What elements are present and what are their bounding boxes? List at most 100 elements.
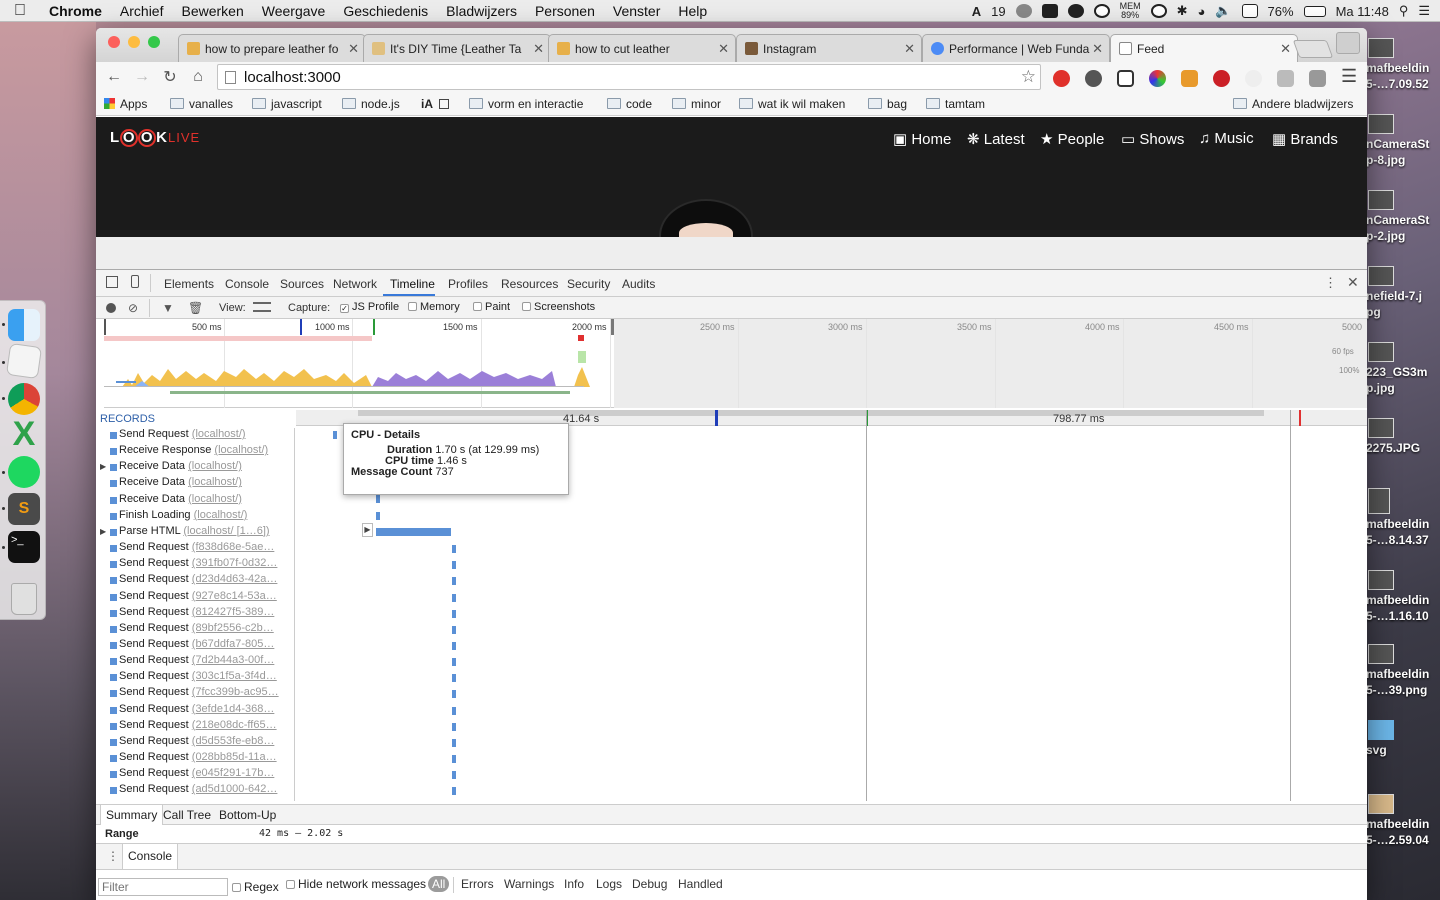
regex-option[interactable]: Regex — [232, 880, 279, 894]
apple-menu-icon[interactable]:  — [0, 2, 40, 20]
bookmark-folder[interactable]: vanalles — [170, 97, 233, 111]
tab-resources[interactable]: Resources — [501, 277, 558, 291]
record-url[interactable]: (7fcc399b-ac95… — [192, 686, 279, 698]
device-mode-icon[interactable] — [131, 275, 139, 288]
menu-bewerken[interactable]: Bewerken — [172, 3, 252, 19]
tab-bottom-up[interactable]: Bottom-Up — [219, 808, 276, 822]
record-url[interactable]: (localhost/) — [192, 428, 246, 440]
tab-close-icon[interactable]: ✕ — [533, 41, 544, 57]
capture-memory[interactable]: Memory — [408, 301, 460, 313]
desktop-file[interactable]: nefield-7.j pg — [1366, 266, 1440, 320]
record-bar[interactable] — [376, 495, 380, 503]
adobe-status-icon[interactable]: A — [972, 4, 981, 19]
new-tab-button[interactable] — [1292, 40, 1334, 58]
desktop-file[interactable]: mafbeeldin 5-…39.png — [1366, 644, 1440, 698]
send-request-bar[interactable] — [452, 674, 456, 683]
record-url[interactable]: (b67ddfa7-805… — [192, 638, 275, 650]
chrome-menu-icon[interactable]: ☰ — [1341, 66, 1357, 87]
tab-profiles[interactable]: Profiles — [448, 277, 488, 291]
level-all[interactable]: All — [428, 876, 450, 892]
send-request-bar[interactable] — [452, 577, 456, 586]
menu-geschiedenis[interactable]: Geschiedenis — [334, 3, 437, 19]
cloud-icon[interactable] — [1067, 4, 1084, 18]
tab-security[interactable]: Security — [567, 277, 610, 291]
send-request-bar[interactable] — [452, 561, 456, 570]
record-url[interactable]: (d23d4d63-42a… — [192, 573, 278, 585]
send-request-bar[interactable] — [452, 787, 456, 796]
nav-music[interactable]: ♫ Music — [1199, 130, 1254, 147]
volume-icon[interactable]: 🔈 — [1215, 3, 1231, 19]
bookmark-folder[interactable]: wat ik wil maken — [739, 97, 845, 111]
expand-arrow-icon[interactable]: ▶ — [100, 462, 106, 471]
dropbox-icon[interactable] — [1041, 4, 1058, 18]
record-row[interactable]: ▶ Receive Data (localhost/) — [96, 460, 295, 476]
send-request-bar[interactable] — [452, 738, 456, 747]
record-url[interactable]: (391fb07f-0d32… — [192, 557, 278, 569]
desktop-file[interactable]: mafbeeldin 5-…7.09.52 — [1366, 38, 1440, 92]
record-url[interactable]: (ad5d1000-642… — [192, 783, 278, 795]
notification-center-icon[interactable]: ☰ — [1418, 3, 1430, 19]
send-request-bar[interactable] — [452, 690, 456, 699]
tab-close-icon[interactable]: ✕ — [1092, 41, 1103, 57]
parse-html-bar[interactable] — [376, 528, 451, 536]
trash-icon[interactable] — [11, 583, 37, 615]
terminal-icon[interactable]: >_ — [8, 531, 40, 563]
record-row[interactable]: Send Request (89bf2556-c2b… — [96, 622, 295, 638]
view-flamechart-icon[interactable] — [253, 302, 271, 312]
record-bar[interactable] — [376, 512, 380, 520]
tab-audits[interactable]: Audits — [622, 277, 655, 291]
expand-toggle-icon[interactable]: ▶ — [362, 523, 373, 537]
menu-weergave[interactable]: Weergave — [253, 3, 335, 19]
record-bar[interactable] — [333, 431, 337, 439]
garbage-collect-icon[interactable]: 🗑 — [188, 301, 203, 315]
clock[interactable]: Ma 11:48 — [1336, 4, 1389, 19]
record-url[interactable]: (localhost/) — [188, 493, 242, 505]
tab-network[interactable]: Network — [333, 277, 377, 291]
capture-paint[interactable]: Paint — [473, 301, 510, 313]
settings-extension-icon[interactable] — [1085, 70, 1102, 87]
tab-close-icon[interactable]: ✕ — [718, 41, 729, 57]
hide-network-option[interactable]: Hide network messages — [286, 877, 426, 891]
reload-button[interactable]: ↻ — [156, 67, 184, 87]
send-request-bar[interactable] — [452, 625, 456, 634]
record-row[interactable]: Send Request (b67ddfa7-805… — [96, 638, 295, 654]
address-bar[interactable]: localhost:3000 ☆ — [217, 64, 1041, 90]
memory-indicator[interactable]: MEM 89% — [1120, 2, 1141, 20]
record-row[interactable]: Send Request (3efde1d4-368… — [96, 703, 295, 719]
level-errors[interactable]: Errors — [461, 877, 494, 891]
spotlight-search-icon[interactable]: ⚲ — [1399, 3, 1409, 19]
excel-x-icon[interactable]: X — [8, 417, 40, 451]
extension-icon[interactable] — [1245, 70, 1262, 87]
pinterest-icon[interactable] — [1213, 70, 1230, 87]
time-machine-icon[interactable] — [1150, 4, 1167, 18]
textedit-icon[interactable] — [5, 342, 43, 380]
checkbox[interactable] — [473, 302, 482, 311]
record-row[interactable]: Receive Response (localhost/) — [96, 444, 295, 460]
bookmark-folder[interactable]: tamtam — [926, 97, 985, 111]
send-request-bar[interactable] — [452, 609, 456, 618]
record-button[interactable] — [106, 303, 116, 313]
record-url[interactable]: (localhost/) — [188, 460, 242, 472]
spotify-icon[interactable] — [8, 456, 40, 488]
record-url[interactable]: (localhost/) — [214, 444, 268, 456]
record-url[interactable]: (028bb85d-11a… — [192, 751, 277, 763]
tab-elements[interactable]: Elements — [164, 277, 214, 291]
checkbox[interactable] — [408, 302, 417, 311]
record-row[interactable]: Send Request (ad5d1000-642… — [96, 783, 295, 799]
bookmark-folder[interactable]: node.js — [342, 97, 400, 111]
checkbox-checked[interactable]: ✓ — [340, 304, 349, 313]
nav-latest[interactable]: ❋ Latest — [967, 130, 1025, 148]
cast-extension-icon[interactable] — [1117, 70, 1134, 87]
record-row[interactable]: Send Request (927e8c14-53a… — [96, 590, 295, 606]
menu-venster[interactable]: Venster — [604, 3, 669, 19]
bookmark-star-icon[interactable]: ☆ — [1021, 67, 1036, 87]
extension-icon[interactable] — [1277, 70, 1294, 87]
timeline-overview[interactable]: 500 ms 1000 ms 1500 ms 2000 ms 2500 ms 3… — [104, 319, 1367, 408]
send-request-bar[interactable] — [452, 755, 456, 763]
level-debug[interactable]: Debug — [632, 877, 667, 891]
chrome-icon[interactable] — [8, 383, 40, 415]
record-row[interactable]: Send Request (812427f5-389… — [96, 606, 295, 622]
send-request-bar[interactable] — [452, 641, 456, 650]
record-url[interactable]: (7d2b44a3-00f… — [192, 654, 275, 666]
calendar-icon[interactable] — [1241, 4, 1258, 18]
